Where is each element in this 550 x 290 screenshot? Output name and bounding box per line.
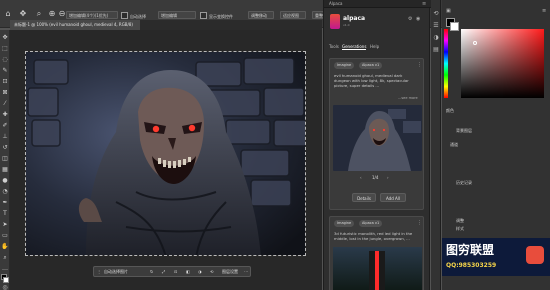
generated-thumbnail[interactable]: [333, 247, 422, 290]
alpaca-plugin-panel: Alpaca ≡ alpaca v1.0 ⚙ ◉ Tools Generatio…: [323, 0, 431, 290]
pager-text: 1/4: [372, 175, 379, 180]
eyedropper-tool-icon[interactable]: ⁄: [1, 100, 9, 108]
search-icon[interactable]: ⌕: [34, 9, 44, 19]
history-icon[interactable]: ⟲: [432, 10, 440, 18]
home-icon[interactable]: ⌂: [3, 9, 13, 19]
mask-icon[interactable]: ◧: [186, 268, 190, 276]
see-more-link[interactable]: ...see more: [398, 96, 418, 100]
watermark-title: 图穷联盟: [446, 243, 495, 257]
adjust-icon[interactable]: ◑: [432, 34, 440, 42]
dodge-tool-icon[interactable]: ◔: [1, 188, 9, 196]
zoom-in-icon[interactable]: ⊕: [47, 9, 57, 19]
options-button-3[interactable]: 调整移动: [248, 11, 274, 19]
eraser-tool-icon[interactable]: ◫: [1, 155, 9, 163]
ghoul-artwork[interactable]: [25, 51, 306, 256]
tab-tools[interactable]: Tools: [329, 44, 339, 49]
toolbar: ✥ ⬚ ◌ ✎ ⊡ ⊠ ⁄ ✚ ✐ ⊥ ↺ ◫ ▦ ● ◔ ✒ T ➤ ▭ ✋ …: [0, 30, 10, 290]
move-tool-icon[interactable]: ✥: [1, 34, 9, 42]
libraries-icon[interactable]: ▤: [432, 46, 440, 54]
gradient-tool-icon[interactable]: ▦: [1, 166, 9, 174]
panel-header: Alpaca: [324, 0, 431, 8]
crop-tool-icon[interactable]: ⊡: [1, 78, 9, 86]
hue-slider[interactable]: [444, 29, 448, 98]
red-light-shape: [375, 251, 379, 290]
mode-chip: Imagine: [334, 220, 355, 227]
generation-card: Imagine Alpaca v1 ⋮ 3d futuristic monoli…: [329, 216, 424, 290]
card-menu-icon[interactable]: ⋮: [417, 220, 422, 226]
tab-generations[interactable]: Generations: [342, 44, 367, 50]
healing-tool-icon[interactable]: ✚: [1, 111, 9, 119]
more-icon[interactable]: ⋯: [244, 268, 248, 276]
fill-icon[interactable]: ◑: [198, 268, 202, 276]
add-all-button[interactable]: Add All: [380, 193, 406, 202]
properties-icon[interactable]: ☰: [432, 22, 440, 30]
model-chip: Alpaca v1: [359, 220, 383, 227]
transform-controls-checkbox[interactable]: 显示变换控件: [200, 12, 233, 20]
background-color-swatch[interactable]: [3, 277, 9, 283]
details-button[interactable]: Details: [352, 193, 376, 202]
pen-tool-icon[interactable]: ✒: [1, 199, 9, 207]
tab-help[interactable]: Help: [370, 44, 379, 49]
auto-select-label[interactable]: 自动选择图片: [104, 268, 128, 276]
panel-dock: ⟲ ☰ ◑ ▤: [431, 0, 441, 290]
panel-menu-icon[interactable]: ≡: [422, 1, 426, 7]
panel-section-label: 背景图层: [456, 128, 472, 133]
hand-tool-icon[interactable]: ✋: [1, 243, 9, 251]
path-select-icon[interactable]: ➤: [1, 221, 9, 229]
panel-section-label: 调整: [456, 218, 464, 223]
transform-icon[interactable]: ⤢: [162, 268, 165, 276]
stamp-tool-icon[interactable]: ⊥: [1, 133, 9, 141]
prev-arrow-icon[interactable]: ‹: [360, 175, 362, 180]
panel-section-label: 历史记录: [456, 180, 472, 185]
move-tool-icon[interactable]: ✥: [18, 9, 28, 19]
prompt-text: evil humanoid ghoul, medieval dark dunge…: [334, 73, 409, 88]
alpaca-logo-icon: [330, 14, 340, 29]
crop-icon[interactable]: ⊡: [174, 268, 177, 276]
history-brush-icon[interactable]: ↺: [1, 144, 9, 152]
fire-logo-icon: [526, 246, 544, 264]
panel-section-label: 通道: [450, 142, 458, 147]
panel-section-label: 样式: [456, 226, 464, 231]
panel-title: 颜色: [446, 108, 454, 113]
lasso-tool-icon[interactable]: ◌: [1, 56, 9, 64]
options-button-1[interactable]: 增加编辑(4个)(1优先): [66, 11, 118, 19]
color-field[interactable]: [461, 29, 544, 98]
color-tab-icon[interactable]: ▣: [446, 8, 451, 14]
shape-tool-icon[interactable]: ▭: [1, 232, 9, 240]
account-icon[interactable]: ◉: [416, 16, 420, 22]
prompt-text: 3d futuristic monolith, red led light in…: [334, 231, 413, 241]
history-icon[interactable]: ⟲: [210, 268, 213, 276]
card-menu-icon[interactable]: ⋮: [417, 62, 422, 68]
frame-tool-icon[interactable]: ⊠: [1, 89, 9, 97]
contextual-task-bar: ⋮ 自动选择图片 ↻ ⤢ ⊡ ◧ ◑ ⟲ 图层设置 ⋯: [93, 266, 251, 277]
adjust-icon[interactable]: ↻: [150, 268, 153, 276]
quick-select-tool-icon[interactable]: ✎: [1, 67, 9, 75]
marquee-tool-icon[interactable]: ⬚: [1, 45, 9, 53]
options-button-2[interactable]: 增加编辑: [158, 11, 196, 19]
layer-settings-label[interactable]: 图层设置: [222, 268, 238, 276]
quick-mask-icon[interactable]: ◎: [1, 284, 9, 290]
generated-thumbnail[interactable]: [333, 105, 422, 171]
document-tab[interactable]: 未标题-1 @ 100% (evil humanoid ghoul, medie…: [10, 20, 140, 30]
mode-chip: Imagine: [334, 62, 355, 69]
more-tools-icon[interactable]: …: [1, 265, 9, 273]
generation-card: Imagine Alpaca v1 ⋮ evil humanoid ghoul,…: [329, 58, 424, 210]
settings-icon[interactable]: ⚙: [408, 16, 412, 22]
watermark-banner: 图穷联盟 QQ:985303259: [442, 238, 550, 276]
zoom-tool-icon[interactable]: ⌕: [1, 254, 9, 262]
blur-tool-icon[interactable]: ●: [1, 177, 9, 185]
next-arrow-icon[interactable]: ›: [387, 175, 389, 180]
panel-menu-icon[interactable]: ≡: [542, 8, 546, 14]
brush-tool-icon[interactable]: ✐: [1, 122, 9, 130]
drag-handle-icon[interactable]: ⋮: [97, 268, 101, 276]
color-picker-handle[interactable]: [473, 41, 477, 45]
type-tool-icon[interactable]: T: [1, 210, 9, 218]
background-swatch[interactable]: [450, 22, 459, 31]
watermark-qq: QQ:985303259: [446, 262, 497, 269]
plugin-name: alpaca: [343, 15, 366, 22]
fit-view-button[interactable]: 适应视图: [280, 11, 306, 19]
model-chip: Alpaca v1: [359, 62, 383, 69]
auto-select-checkbox[interactable]: 自动选择: [121, 12, 146, 20]
plugin-version: v1.0: [343, 23, 350, 27]
